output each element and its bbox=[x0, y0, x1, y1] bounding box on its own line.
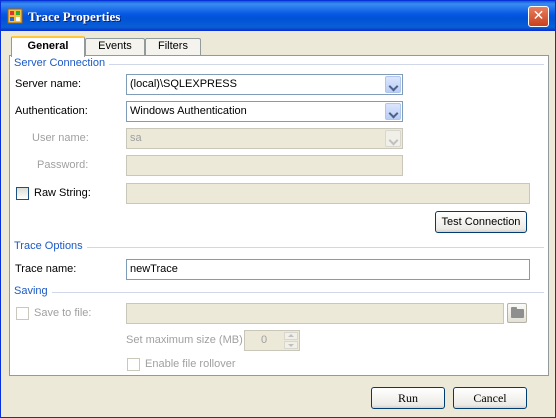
raw-string-checkbox[interactable] bbox=[16, 187, 29, 200]
raw-string-field[interactable] bbox=[126, 183, 530, 204]
general-tab-panel: Server Connection Server name: (local)\S… bbox=[9, 55, 549, 376]
trace-app-icon bbox=[7, 8, 23, 24]
save-to-file-field[interactable] bbox=[126, 303, 504, 324]
save-to-file-checkbox[interactable] bbox=[16, 307, 29, 320]
section-divider bbox=[14, 292, 544, 293]
browse-button[interactable] bbox=[507, 303, 527, 323]
trace-properties-window: Trace Properties ✕ General Events Filter… bbox=[0, 0, 556, 418]
section-divider bbox=[14, 247, 544, 248]
close-button[interactable]: ✕ bbox=[528, 6, 549, 27]
spin-down-icon[interactable] bbox=[284, 341, 298, 349]
authentication-label: Authentication: bbox=[15, 105, 88, 117]
tab-general[interactable]: General bbox=[11, 36, 85, 57]
server-name-label: Server name: bbox=[15, 78, 82, 90]
title-bar[interactable]: Trace Properties ✕ bbox=[1, 1, 555, 31]
tab-filters[interactable]: Filters bbox=[145, 38, 201, 55]
test-connection-button[interactable]: Test Connection bbox=[435, 211, 527, 233]
folder-icon bbox=[511, 307, 524, 318]
authentication-value: Windows Authentication bbox=[130, 105, 247, 117]
server-name-value: (local)\SQLEXPRESS bbox=[130, 78, 237, 90]
raw-string-label[interactable]: Raw String: bbox=[34, 187, 91, 199]
trace-options-heading: Trace Options bbox=[14, 240, 87, 252]
user-name-combo[interactable]: sa bbox=[126, 128, 403, 149]
run-button[interactable]: Run bbox=[371, 387, 445, 409]
user-name-label: User name: bbox=[32, 132, 89, 144]
authentication-combo[interactable]: Windows Authentication bbox=[126, 101, 403, 122]
password-field[interactable] bbox=[126, 155, 403, 176]
chevron-down-icon[interactable] bbox=[385, 103, 401, 120]
tab-events[interactable]: Events bbox=[85, 38, 145, 55]
server-connection-heading: Server Connection bbox=[14, 57, 110, 69]
cancel-button[interactable]: Cancel bbox=[453, 387, 527, 409]
user-name-value: sa bbox=[130, 132, 142, 144]
chevron-down-icon bbox=[385, 130, 401, 147]
max-size-value: 0 bbox=[260, 334, 268, 346]
max-size-spinner[interactable]: 0 bbox=[244, 330, 300, 351]
saving-heading: Saving bbox=[14, 285, 52, 297]
chevron-down-icon[interactable] bbox=[385, 76, 401, 93]
window-title: Trace Properties bbox=[28, 9, 121, 24]
file-rollover-label[interactable]: Enable file rollover bbox=[145, 358, 236, 370]
trace-name-label: Trace name: bbox=[15, 263, 77, 275]
server-name-combo[interactable]: (local)\SQLEXPRESS bbox=[126, 74, 403, 95]
max-size-label: Set maximum size (MB) bbox=[126, 334, 243, 346]
file-rollover-checkbox[interactable] bbox=[127, 358, 140, 371]
password-label: Password: bbox=[37, 159, 89, 171]
spin-up-icon[interactable] bbox=[284, 332, 298, 340]
dialog-client-area: General Events Filters Server Connection… bbox=[4, 32, 552, 415]
trace-name-field[interactable]: newTrace bbox=[126, 259, 530, 280]
spin-arrows-icon[interactable] bbox=[284, 332, 298, 349]
save-to-file-label[interactable]: Save to file: bbox=[34, 307, 91, 319]
close-icon: ✕ bbox=[532, 8, 545, 24]
